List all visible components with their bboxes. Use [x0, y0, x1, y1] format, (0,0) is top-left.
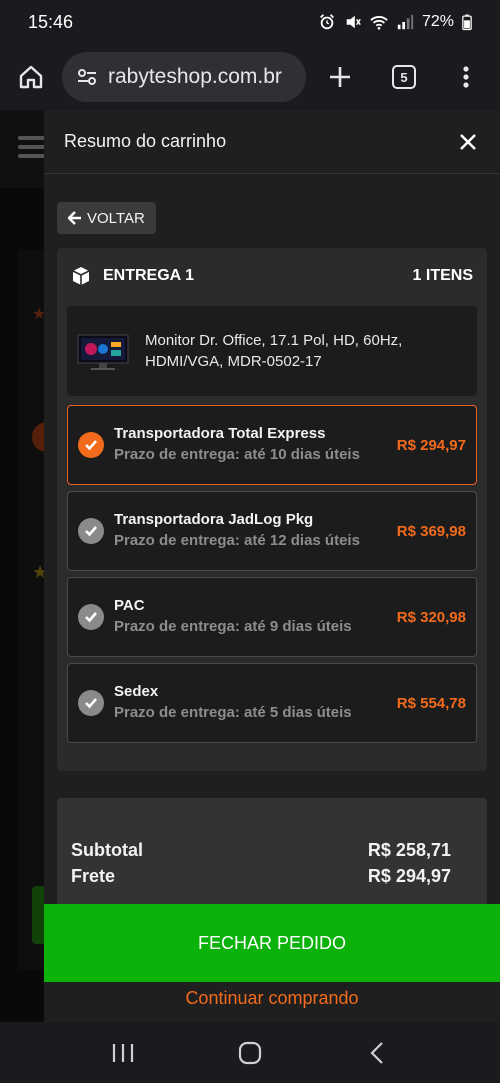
tab-count: 5	[392, 65, 416, 89]
shipping-prazo: Prazo de entrega: até 12 dias úteis	[114, 532, 360, 549]
home-nav-button[interactable]	[230, 1033, 270, 1073]
drawer-title: Resumo do carrinho	[64, 131, 227, 151]
cart-drawer: Resumo do carrinho VOLTAR ENTREGA 1 1 IT…	[44, 110, 500, 1022]
plus-icon	[330, 67, 350, 87]
tab-switcher-button[interactable]: 5	[372, 44, 436, 110]
more-vert-icon	[463, 66, 469, 88]
product-item: Monitor Dr. Office, 17.1 Pol, HD, 60Hz, …	[67, 306, 477, 396]
checkout-button[interactable]: FECHAR PEDIDO	[44, 904, 500, 982]
browser-toolbar: rabyteshop.com.br 5	[0, 44, 500, 110]
shipping-option-pac[interactable]: PAC Prazo de entrega: até 9 dias úteis R…	[67, 577, 477, 657]
delivery-header: ENTREGA 1 1 ITENS	[71, 266, 473, 286]
frete-value: R$ 294,97	[367, 866, 451, 886]
battery-icon	[462, 14, 472, 31]
arrow-left-icon	[68, 211, 81, 225]
home-button[interactable]	[0, 44, 62, 110]
subtotal-label: Subtotal	[71, 840, 143, 860]
status-time: 15:46	[28, 11, 74, 32]
continue-shopping-link[interactable]: Continuar comprando	[44, 988, 500, 1009]
shipping-prazo: Prazo de entrega: até 10 dias úteis	[114, 446, 360, 463]
shipping-option-jadlog[interactable]: Transportadora JadLog Pkg Prazo de entre…	[67, 491, 477, 571]
signal-icon	[397, 14, 414, 30]
shipping-name: Transportadora JadLog Pkg	[114, 511, 314, 528]
home-circle-icon	[238, 1041, 262, 1064]
mute-icon	[346, 15, 361, 29]
wifi-icon	[370, 16, 388, 30]
subtotal-value: R$ 258,71	[367, 840, 451, 860]
frete-label: Frete	[71, 866, 116, 886]
shipping-price: R$ 320,98	[396, 608, 466, 626]
home-icon	[19, 65, 43, 89]
delivery-count: 1 ITENS	[412, 267, 473, 284]
recents-icon	[113, 1043, 134, 1062]
subtotal-row: Subtotal R$ 258,71	[71, 840, 451, 861]
shipping-name: PAC	[114, 597, 145, 614]
site-settings-icon[interactable]	[76, 66, 98, 88]
shipping-option-sedex[interactable]: Sedex Prazo de entrega: até 5 dias úteis…	[67, 663, 477, 743]
shipping-price: R$ 294,97	[396, 436, 466, 454]
shipping-prazo: Prazo de entrega: até 9 dias úteis	[114, 618, 352, 635]
back-button[interactable]: VOLTAR	[57, 202, 156, 234]
browser-menu-button[interactable]	[436, 44, 496, 110]
monitor-thumbnail	[77, 334, 129, 370]
shipping-name: Transportadora Total Express	[114, 425, 326, 442]
shipping-price: R$ 369,98	[396, 522, 466, 540]
close-icon	[460, 133, 476, 150]
check-icon	[78, 690, 104, 716]
shipping-prazo: Prazo de entrega: até 5 dias úteis	[114, 704, 352, 721]
delivery-label: ENTREGA 1	[103, 267, 194, 284]
status-icons: 72%	[318, 13, 472, 31]
back-icon	[370, 1041, 383, 1064]
drawer-header: Resumo do carrinho	[44, 110, 500, 174]
system-nav-bar	[0, 1022, 500, 1083]
recents-button[interactable]	[103, 1033, 143, 1073]
close-button[interactable]	[456, 130, 480, 154]
alarm-icon	[320, 14, 334, 30]
check-icon	[78, 432, 104, 458]
new-tab-button[interactable]	[308, 44, 372, 110]
battery-percent: 72%	[421, 13, 454, 30]
shipping-option-total-express[interactable]: Transportadora Total Express Prazo de en…	[67, 405, 477, 485]
frete-row: Frete R$ 294,97	[71, 866, 451, 887]
url-text: rabyteshop.com.br	[108, 65, 282, 88]
product-name: Monitor Dr. Office, 17.1 Pol, HD, 60Hz, …	[145, 332, 403, 370]
package-icon	[72, 267, 90, 285]
back-nav-button[interactable]	[357, 1033, 397, 1073]
delivery-card: ENTREGA 1 1 ITENS Monitor Dr. Office, 17…	[57, 248, 487, 771]
back-label: VOLTAR	[87, 209, 145, 227]
check-icon	[78, 604, 104, 630]
shipping-name: Sedex	[114, 683, 159, 700]
address-bar[interactable]: rabyteshop.com.br	[62, 52, 306, 102]
status-bar: 15:46 72%	[0, 0, 500, 44]
check-icon	[78, 518, 104, 544]
shipping-price: R$ 554,78	[396, 694, 466, 712]
